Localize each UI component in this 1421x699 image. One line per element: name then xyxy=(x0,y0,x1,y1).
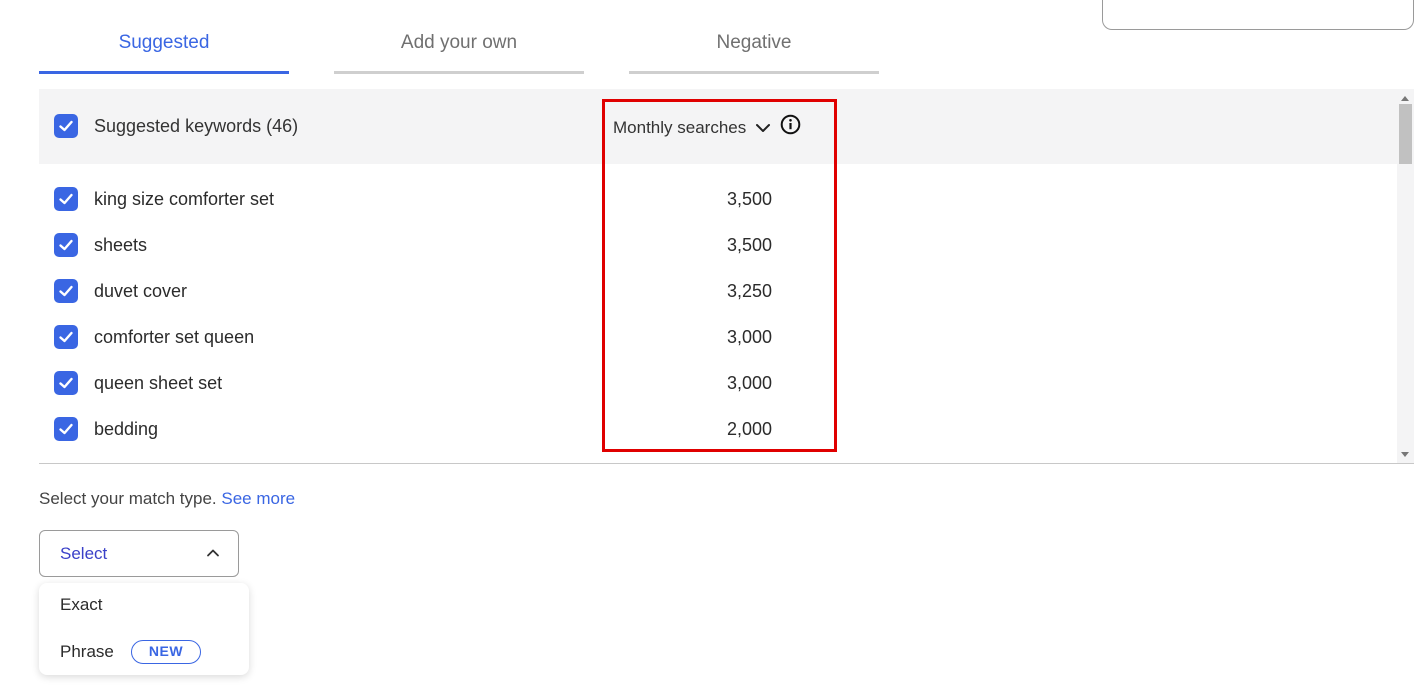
row-checkbox[interactable] xyxy=(54,325,78,349)
checkmark-icon xyxy=(59,193,73,205)
keyword-label: sheets xyxy=(94,235,148,255)
see-more-link[interactable]: See more xyxy=(221,489,295,508)
option-exact[interactable]: Exact xyxy=(60,595,103,615)
suggested-keywords-header: Suggested keywords (46) xyxy=(94,116,299,136)
checkmark-icon xyxy=(59,423,73,435)
row-checkbox[interactable] xyxy=(54,187,78,211)
row-checkbox[interactable] xyxy=(54,279,78,303)
chevron-up-icon xyxy=(207,549,219,557)
keyword-label: queen sheet set xyxy=(94,373,223,393)
keyword-label: king size comforter set xyxy=(94,189,275,209)
tab-add-your-own[interactable]: Add your own xyxy=(334,28,584,74)
scroll-up-arrow-icon[interactable] xyxy=(1401,96,1409,101)
checkmark-icon xyxy=(59,377,73,389)
new-badge: NEW xyxy=(131,640,201,664)
match-type-prompt: Select your match type. See more xyxy=(39,489,295,509)
top-right-input[interactable] xyxy=(1102,0,1414,30)
match-type-dropdown: Exact Phrase NEW xyxy=(39,583,249,675)
monthly-searches-highlight xyxy=(602,99,837,452)
tab-suggested[interactable]: Suggested xyxy=(39,28,289,74)
row-checkbox[interactable] xyxy=(54,233,78,257)
keyword-label: bedding xyxy=(94,419,159,439)
checkmark-icon xyxy=(59,285,73,297)
match-type-prompt-text: Select your match type. xyxy=(39,489,217,508)
keyword-label: comforter set queen xyxy=(94,327,255,347)
keyword-planner: Suggested Add your own Negative Suggeste… xyxy=(0,0,1421,699)
keyword-label: duvet cover xyxy=(94,281,188,301)
option-phrase[interactable]: Phrase xyxy=(60,642,114,662)
row-checkbox[interactable] xyxy=(54,417,78,441)
tab-negative[interactable]: Negative xyxy=(629,28,879,74)
select-label: Select xyxy=(60,544,108,563)
checkmark-icon xyxy=(59,239,73,251)
select-all-checkbox[interactable] xyxy=(54,114,78,138)
row-checkbox[interactable] xyxy=(54,371,78,395)
checkmark-icon xyxy=(59,120,73,132)
match-type-select[interactable]: Select xyxy=(39,530,239,577)
scroll-down-arrow-icon[interactable] xyxy=(1401,452,1409,457)
table-divider xyxy=(39,463,1414,464)
checkmark-icon xyxy=(59,331,73,343)
scroll-thumb[interactable] xyxy=(1399,104,1412,164)
